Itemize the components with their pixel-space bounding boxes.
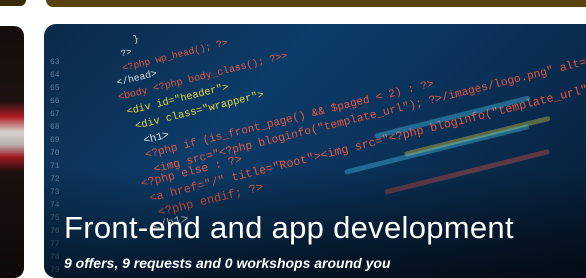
- line-number: 63: [50, 58, 60, 67]
- card-title: Front-end and app development: [64, 210, 514, 245]
- category-card-frontend-app-development[interactable]: 6364656667686970717273747576777879 }?><?…: [44, 24, 586, 278]
- adjacent-category-card[interactable]: [0, 26, 24, 278]
- line-number: 66: [50, 97, 60, 106]
- line-number: 70: [50, 149, 60, 158]
- line-number: 68: [50, 123, 60, 132]
- code-line: ?>: [120, 46, 134, 59]
- previous-card-edge-right[interactable]: [46, 0, 586, 7]
- code-line: }: [132, 34, 140, 45]
- previous-card-edge-left[interactable]: [0, 0, 26, 6]
- line-number: 67: [50, 110, 60, 119]
- line-number: 65: [50, 84, 60, 93]
- line-number: 69: [50, 136, 60, 145]
- line-number: 64: [50, 71, 60, 80]
- card-subtitle: 9 offers, 9 requests and 0 workshops aro…: [64, 255, 391, 271]
- top-strip: [0, 0, 586, 22]
